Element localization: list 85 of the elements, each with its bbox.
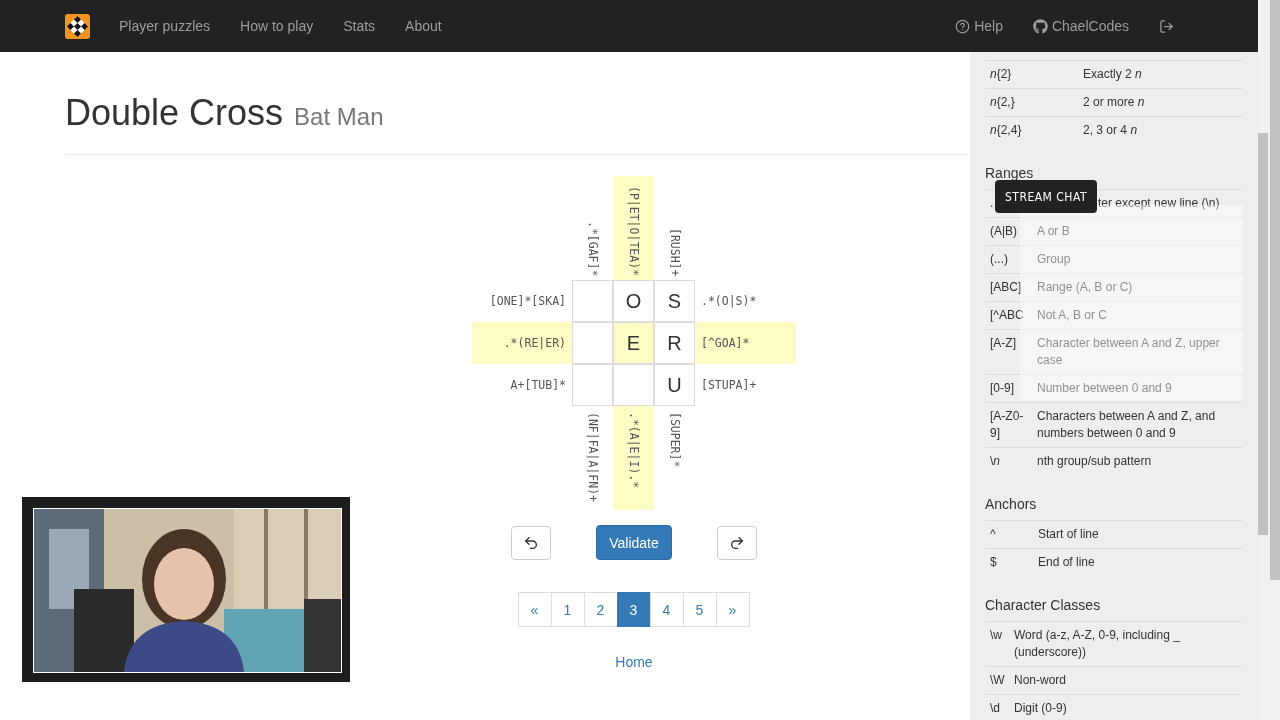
token-description: Non-word	[1014, 672, 1067, 689]
token-description: Character between A and Z, upper case	[1037, 335, 1221, 369]
token-description: Start of line	[1038, 526, 1099, 543]
github-link[interactable]: ChaelCodes	[1032, 18, 1129, 34]
puzzle-cell[interactable]: R	[654, 322, 695, 364]
help-link[interactable]: Help	[955, 18, 1003, 34]
row-clue: .*(RE|ER)	[472, 322, 572, 364]
row-clue: [STUPA]+	[700, 377, 758, 394]
token-description: nth group/sub pattern	[1037, 453, 1152, 470]
puzzle-cell[interactable]	[613, 364, 654, 406]
token-description: ter except new line (\n)	[1098, 195, 1220, 212]
page-link[interactable]: 1	[550, 592, 585, 627]
column-clue: [RUSH]+	[666, 226, 683, 278]
section-heading: Ranges	[985, 165, 1035, 181]
column-clue: (P|ET|O|TEA)*	[613, 176, 654, 280]
regex-token: [0-9]	[990, 380, 1015, 397]
token-description: Digit (0-9)	[1014, 700, 1067, 717]
nav-link[interactable]: Stats	[343, 18, 376, 34]
home-link[interactable]: Home	[615, 654, 653, 670]
undo-button[interactable]	[511, 525, 552, 560]
exit-icon[interactable]	[1159, 18, 1174, 34]
redo-icon	[728, 534, 745, 551]
scrollbar-thumb[interactable]	[1270, 0, 1280, 580]
row-clue: [^GOA]*	[695, 322, 796, 364]
regex-token: n{2,}	[990, 94, 1016, 111]
puzzle-cell[interactable]	[572, 322, 613, 364]
page-link[interactable]: 4	[649, 592, 684, 627]
puzzle-cell[interactable]: O	[613, 280, 654, 322]
row-clue: .*(O|S)*	[700, 293, 758, 310]
regex-token: [ABC]	[990, 279, 1023, 296]
stream-chat-label: STREAM CHAT	[995, 180, 1097, 213]
regex-token: [A-Z]	[990, 335, 1017, 352]
row-clue: [ONE]*[SKA]	[488, 293, 567, 310]
page-title: Double Cross	[65, 92, 284, 134]
token-description: 2 or more n	[1083, 94, 1145, 111]
page-link[interactable]: 5	[682, 592, 717, 627]
token-description: Range (A, B or C)	[1037, 279, 1133, 296]
section-heading: Anchors	[985, 496, 1038, 512]
puzzle-cell[interactable]	[572, 364, 613, 406]
puzzle-subtitle: Bat Man	[294, 103, 384, 131]
regex-token: [^ABC	[990, 307, 1025, 324]
page-link[interactable]: »	[715, 592, 750, 627]
page-link[interactable]: «	[517, 592, 552, 627]
regex-token: [A-Z0-9]	[990, 408, 1025, 442]
section-heading: Character Classes	[985, 597, 1102, 613]
token-description: 2, 3 or 4 n	[1083, 122, 1138, 139]
regex-token: \W	[990, 672, 1006, 689]
logo-icon[interactable]	[65, 13, 90, 39]
regex-token: \n	[990, 453, 1002, 470]
regex-token: $	[990, 554, 998, 571]
undo-icon	[523, 534, 540, 551]
token-description: Not A, B or C	[1037, 307, 1108, 324]
page-link[interactable]: 2	[583, 592, 618, 627]
puzzle-cell[interactable]: U	[654, 364, 695, 406]
nav-link[interactable]: How to play	[240, 18, 314, 34]
regex-token: \d	[990, 700, 1001, 717]
github-icon	[1032, 18, 1048, 34]
token-description: End of line	[1038, 554, 1095, 571]
token-description: Number between 0 and 9	[1037, 380, 1172, 397]
token-description: Word (a-z, A-Z, 0-9, including _ (underscore))	[1014, 627, 1181, 661]
page-link[interactable]: 3	[616, 592, 651, 627]
regex-token: ^	[990, 526, 997, 543]
puzzle-cell[interactable]: E	[613, 322, 654, 364]
help-icon	[955, 18, 971, 34]
column-clue: [SUPER]*	[666, 411, 683, 470]
token-description: Exactly 2 n	[1083, 66, 1142, 83]
token-description: Characters between A and Z, and numbers between 0 and 9	[1037, 408, 1217, 442]
token-description: A or B	[1037, 223, 1070, 240]
row-clue: A+[TUB]*	[509, 377, 567, 394]
puzzle-cell[interactable]: S	[654, 280, 695, 322]
nav-link[interactable]: About	[405, 18, 442, 34]
nav-link[interactable]: Player puzzles	[119, 18, 211, 34]
puzzle-cell[interactable]	[572, 280, 613, 322]
validate-button[interactable]: Validate	[596, 525, 672, 560]
column-clue: .*(A|E|I).*	[613, 406, 654, 510]
regex-token: (A|B)	[990, 223, 1019, 240]
scrollbar-thumb[interactable]	[1258, 133, 1268, 535]
redo-button[interactable]	[716, 525, 757, 560]
regex-token: n{2,4}	[990, 122, 1023, 139]
token-description: Group	[1037, 251, 1071, 268]
column-clue: .*[GAF]*	[584, 219, 601, 278]
column-clue: (NF|FA|A|FN)+	[584, 411, 601, 504]
regex-token: \w	[990, 627, 1003, 644]
regex-token: (...)	[990, 251, 1009, 268]
regex-token: n{2}	[990, 66, 1013, 83]
